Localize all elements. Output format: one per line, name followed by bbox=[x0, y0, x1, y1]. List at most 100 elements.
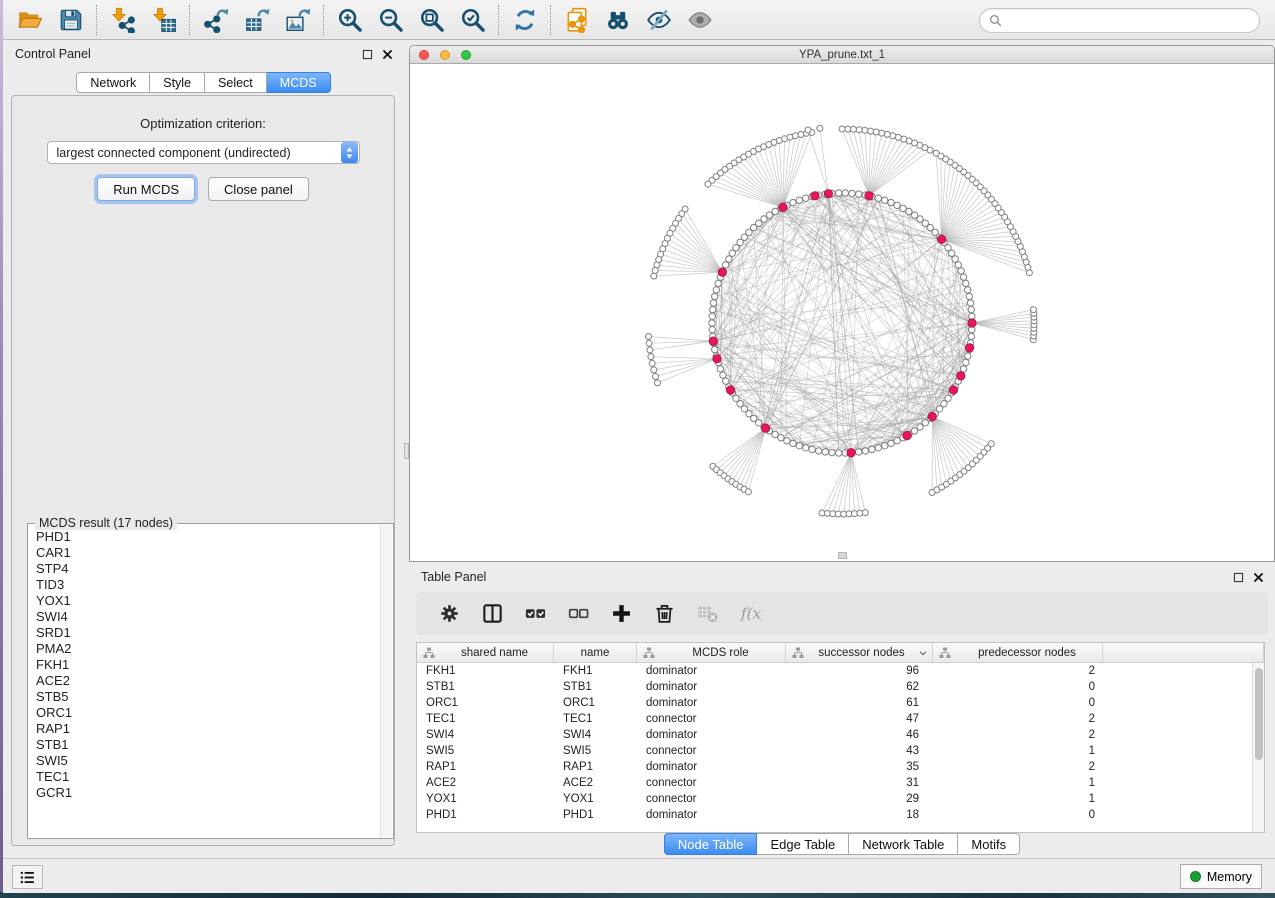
mcds-result-item[interactable]: PMA2 bbox=[29, 641, 379, 657]
cell-shared-name[interactable]: STB1 bbox=[417, 681, 554, 693]
cell-successor-nodes[interactable]: 46 bbox=[786, 729, 933, 741]
cell-name[interactable]: SWI5 bbox=[554, 745, 637, 757]
mcds-result-item[interactable]: STB1 bbox=[29, 737, 379, 753]
tab-style[interactable]: Style bbox=[150, 72, 205, 93]
table-row[interactable]: SWI4SWI4dominator462 bbox=[417, 727, 1264, 743]
cell-successor-nodes[interactable]: 35 bbox=[786, 761, 933, 773]
mcds-result-item[interactable]: ACE2 bbox=[29, 673, 379, 689]
table-row[interactable]: ACE2ACE2connector311 bbox=[417, 775, 1264, 791]
criterion-select[interactable]: largest connected component (undirected) bbox=[47, 141, 360, 164]
table-row[interactable]: PHD1PHD1dominator180 bbox=[417, 807, 1264, 823]
cell-successor-nodes[interactable]: 96 bbox=[786, 665, 933, 677]
cell-MCDS-role[interactable]: dominator bbox=[637, 729, 786, 741]
cell-successor-nodes[interactable]: 61 bbox=[786, 697, 933, 709]
cell-shared-name[interactable]: SWI4 bbox=[417, 729, 554, 741]
cell-predecessor-nodes[interactable]: 1 bbox=[933, 793, 1103, 805]
select-all-columns-icon[interactable] bbox=[518, 597, 552, 631]
mcds-result-item[interactable]: PHD1 bbox=[29, 529, 379, 545]
mcds-result-list[interactable]: PHD1CAR1STP4TID3YOX1SWI4SRD1PMA2FKH1ACE2… bbox=[29, 529, 379, 837]
float-panel-icon[interactable] bbox=[361, 48, 374, 61]
cell-name[interactable]: TEC1 bbox=[554, 713, 637, 725]
column-header-name[interactable]: name bbox=[554, 643, 637, 662]
mcds-result-item[interactable]: SWI4 bbox=[29, 609, 379, 625]
close-panel-button[interactable]: Close panel bbox=[208, 177, 309, 201]
cell-name[interactable]: STB1 bbox=[554, 681, 637, 693]
cell-predecessor-nodes[interactable]: 2 bbox=[933, 761, 1103, 773]
mcds-result-item[interactable]: RAP1 bbox=[29, 721, 379, 737]
table-row[interactable]: STB1STB1dominator620 bbox=[417, 679, 1264, 695]
window-minimize-light[interactable] bbox=[440, 50, 450, 60]
column-header-predecessor-nodes[interactable]: predecessor nodes bbox=[933, 643, 1103, 662]
cell-successor-nodes[interactable]: 43 bbox=[786, 745, 933, 757]
delete-columns-icon[interactable] bbox=[647, 597, 681, 631]
table-scrollbar-thumb[interactable] bbox=[1255, 668, 1263, 760]
cell-shared-name[interactable]: FKH1 bbox=[417, 665, 554, 677]
run-mcds-button[interactable]: Run MCDS bbox=[97, 177, 195, 201]
cell-MCDS-role[interactable]: connector bbox=[637, 793, 786, 805]
mcds-result-item[interactable]: TID3 bbox=[29, 577, 379, 593]
close-panel-icon[interactable] bbox=[381, 48, 394, 61]
add-column-icon[interactable] bbox=[604, 597, 638, 631]
save-session-icon[interactable] bbox=[50, 3, 91, 37]
cell-predecessor-nodes[interactable]: 2 bbox=[933, 665, 1103, 677]
show-all-icon[interactable] bbox=[679, 3, 720, 37]
cell-MCDS-role[interactable]: connector bbox=[637, 713, 786, 725]
task-history-button[interactable] bbox=[12, 865, 43, 889]
cell-predecessor-nodes[interactable]: 1 bbox=[933, 745, 1103, 757]
cell-MCDS-role[interactable]: dominator bbox=[637, 697, 786, 709]
cell-predecessor-nodes[interactable]: 1 bbox=[933, 777, 1103, 789]
zoom-fit-icon[interactable] bbox=[411, 3, 452, 37]
cell-name[interactable]: SWI4 bbox=[554, 729, 637, 741]
mcds-result-item[interactable]: STP4 bbox=[29, 561, 379, 577]
search-box[interactable] bbox=[979, 8, 1260, 33]
refresh-view-icon[interactable] bbox=[504, 3, 545, 37]
export-table-icon[interactable] bbox=[236, 3, 277, 37]
table-scrollbar[interactable] bbox=[1252, 663, 1264, 832]
cell-successor-nodes[interactable]: 47 bbox=[786, 713, 933, 725]
network-window-titlebar[interactable]: YPA_prune.txt_1 bbox=[410, 46, 1274, 64]
cell-predecessor-nodes[interactable]: 0 bbox=[933, 697, 1103, 709]
unselect-all-columns-icon[interactable] bbox=[561, 597, 595, 631]
table-row[interactable]: TEC1TEC1connector472 bbox=[417, 711, 1264, 727]
table-mode-icon[interactable] bbox=[432, 597, 466, 631]
mcds-result-item[interactable]: YOX1 bbox=[29, 593, 379, 609]
mcds-result-scrollbar[interactable] bbox=[380, 525, 392, 837]
export-network-icon[interactable] bbox=[195, 3, 236, 37]
column-header-MCDS-role[interactable]: MCDS role bbox=[637, 643, 786, 662]
cell-predecessor-nodes[interactable]: 0 bbox=[933, 681, 1103, 693]
cell-MCDS-role[interactable]: dominator bbox=[637, 761, 786, 773]
column-header-successor-nodes[interactable]: successor nodes bbox=[786, 643, 933, 662]
mcds-result-item[interactable]: TEC1 bbox=[29, 769, 379, 785]
tab-motifs[interactable]: Motifs bbox=[958, 833, 1020, 855]
cell-MCDS-role[interactable]: dominator bbox=[637, 665, 786, 677]
cell-name[interactable]: FKH1 bbox=[554, 665, 637, 677]
horizontal-splitter-handle[interactable] bbox=[838, 552, 847, 559]
tab-select[interactable]: Select bbox=[205, 72, 267, 93]
window-maximize-light[interactable] bbox=[461, 50, 471, 60]
import-table-icon[interactable] bbox=[143, 3, 184, 37]
cell-successor-nodes[interactable]: 62 bbox=[786, 681, 933, 693]
network-from-selection-icon[interactable] bbox=[556, 3, 597, 37]
mcds-result-item[interactable]: CAR1 bbox=[29, 545, 379, 561]
cell-predecessor-nodes[interactable]: 0 bbox=[933, 809, 1103, 821]
mcds-result-item[interactable]: SWI5 bbox=[29, 753, 379, 769]
mcds-result-item[interactable]: GCR1 bbox=[29, 785, 379, 801]
mcds-result-item[interactable]: ORC1 bbox=[29, 705, 379, 721]
search-input[interactable] bbox=[1007, 14, 1250, 28]
cell-MCDS-role[interactable]: dominator bbox=[637, 681, 786, 693]
tab-network[interactable]: Network bbox=[76, 72, 150, 93]
cell-MCDS-role[interactable]: connector bbox=[637, 777, 786, 789]
show-columns-icon[interactable] bbox=[475, 597, 509, 631]
zoom-selected-icon[interactable] bbox=[452, 3, 493, 37]
cell-name[interactable]: ORC1 bbox=[554, 697, 637, 709]
window-close-light[interactable] bbox=[419, 50, 429, 60]
cell-name[interactable]: ACE2 bbox=[554, 777, 637, 789]
cell-shared-name[interactable]: ACE2 bbox=[417, 777, 554, 789]
find-icon[interactable] bbox=[597, 3, 638, 37]
cell-shared-name[interactable]: RAP1 bbox=[417, 761, 554, 773]
network-canvas[interactable] bbox=[410, 65, 1274, 561]
table-row[interactable]: RAP1RAP1dominator352 bbox=[417, 759, 1264, 775]
table-row[interactable]: SWI5SWI5connector431 bbox=[417, 743, 1264, 759]
mcds-result-item[interactable]: FKH1 bbox=[29, 657, 379, 673]
column-menu-chevron-icon[interactable] bbox=[918, 648, 928, 658]
